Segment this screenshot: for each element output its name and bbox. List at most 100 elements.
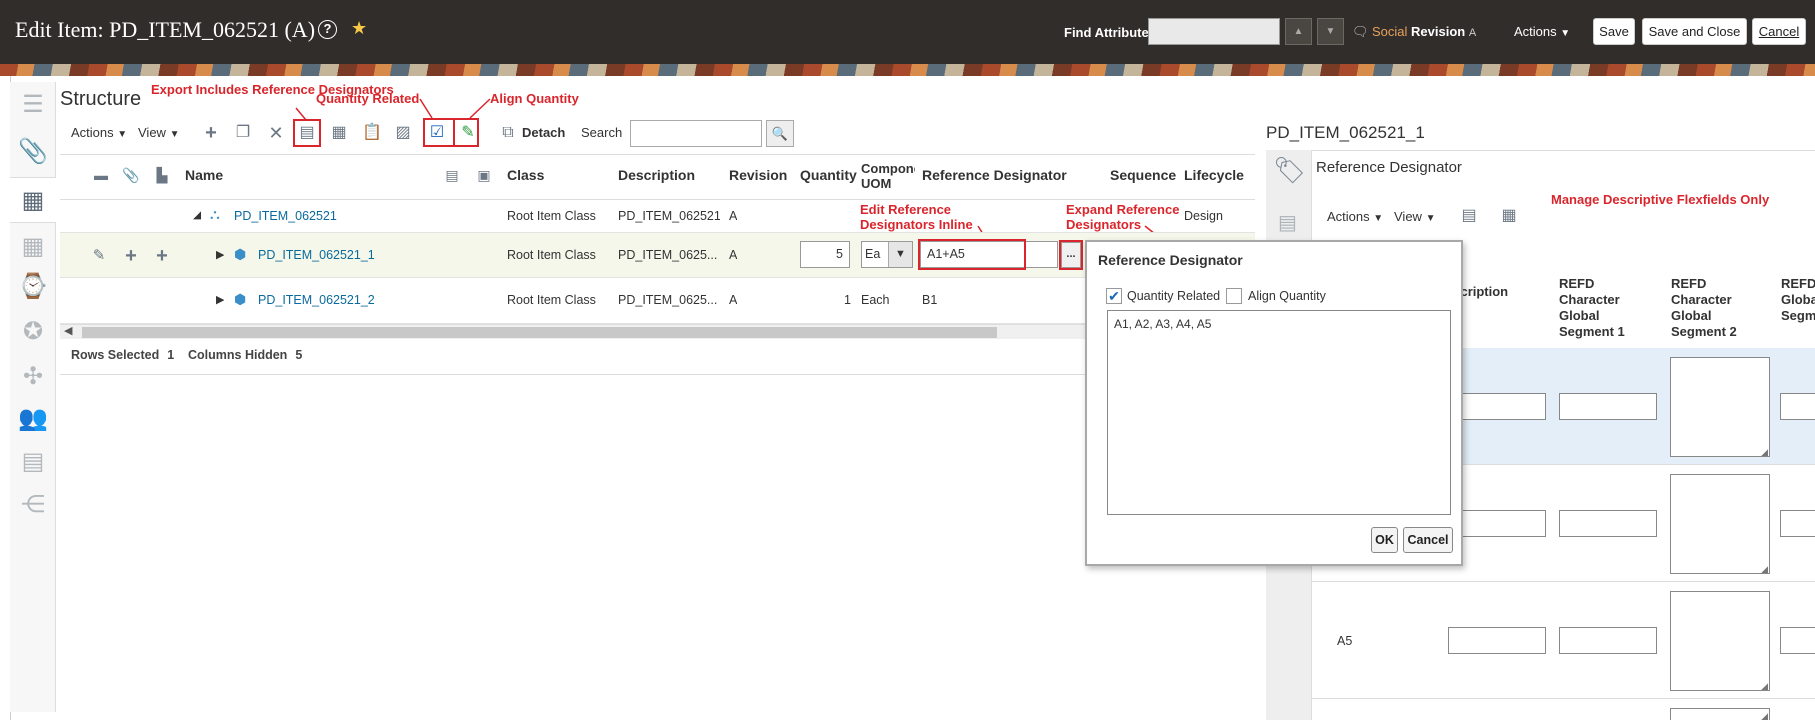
rows-selected-status: Rows Selected 1 <box>71 348 174 362</box>
add-sibling-icon[interactable]: + <box>151 245 173 267</box>
find-attribute-input[interactable] <box>1148 18 1280 45</box>
list-icon[interactable]: ☰ <box>18 90 48 120</box>
duplicate-icon[interactable]: ❐ <box>232 122 254 144</box>
actions-menu[interactable]: Actions ▼ <box>71 125 127 140</box>
popup-cancel-button[interactable]: Cancel <box>1403 527 1453 553</box>
edit-icon[interactable]: ✎ <box>88 245 110 267</box>
structure-icon[interactable]: ▦ <box>10 177 56 223</box>
scrollbar-thumb[interactable] <box>82 327 997 338</box>
reference-designator-textarea[interactable]: A1, A2, A3, A4, A5 <box>1107 310 1451 515</box>
popup-ok-button[interactable]: OK <box>1371 527 1398 553</box>
quantity-input[interactable]: 5 <box>800 241 850 268</box>
find-previous-button[interactable]: ▲ <box>1285 18 1312 45</box>
form-icon[interactable]: ▤ <box>1278 210 1297 235</box>
history-icon[interactable]: ⌚ <box>18 272 48 302</box>
revision-label: Revision <box>1411 24 1466 39</box>
item-revision: A <box>729 248 738 262</box>
column-class[interactable]: Class <box>507 167 544 183</box>
search-icon[interactable]: 🔍 <box>766 120 794 147</box>
refd-value: A5 <box>1337 634 1353 648</box>
insert-row-icon[interactable]: ▦ <box>328 122 350 144</box>
align-quantity-checkbox[interactable] <box>1226 288 1242 304</box>
comment-column-icon: ▬ <box>94 167 108 183</box>
refd-seg2-textarea[interactable] <box>1670 708 1770 720</box>
quantity-related-label: Quantity Related <box>1127 289 1221 303</box>
column-description[interactable]: Description <box>618 167 695 183</box>
column-refd-seg2[interactable]: REFD Character Global Segment 2 <box>1671 276 1751 340</box>
expand-icon[interactable]: ▶ <box>216 293 224 306</box>
expand-icon[interactable]: ▶ <box>216 248 224 261</box>
hierarchy-icon[interactable]: ⋲ <box>18 490 48 520</box>
item-name-link[interactable]: PD_ITEM_062521 <box>234 209 337 223</box>
collapse-icon[interactable]: ◢ <box>193 208 201 221</box>
item-quantity: 1 <box>844 293 851 307</box>
column-revision[interactable]: Revision <box>729 167 787 183</box>
detach-button[interactable]: Detach <box>522 125 565 140</box>
refd-seg2-textarea[interactable] <box>1670 357 1770 458</box>
detail-view-menu[interactable]: View ▼ <box>1394 209 1435 224</box>
export-icon[interactable]: ▤ <box>1458 205 1480 227</box>
save-button[interactable]: Save <box>1593 18 1635 45</box>
cancel-button[interactable]: Cancel <box>1752 18 1806 45</box>
refd-seg1-input[interactable] <box>1559 393 1657 420</box>
page-header: Edit Item: PD_ITEM_062521 (A) ? ★ Find A… <box>0 0 1815 64</box>
column-quantity[interactable]: Quantity <box>800 167 857 183</box>
help-icon[interactable]: ? <box>318 20 337 39</box>
refd-seg2-textarea[interactable] <box>1670 591 1770 692</box>
grid-icon[interactable]: ▦ <box>18 232 48 262</box>
column-refd-seg1[interactable]: REFD Character Global Segment 1 <box>1559 276 1639 340</box>
detail-actions-menu[interactable]: Actions ▼ <box>1327 209 1383 224</box>
refd-seg1-input[interactable] <box>1559 510 1657 537</box>
social-label: Social <box>1372 24 1408 39</box>
people-icon[interactable]: 👥 <box>18 404 48 434</box>
column-lifecycle[interactable]: Lifecycle <box>1184 167 1244 183</box>
scroll-left-icon[interactable]: ◀ <box>64 324 72 337</box>
view-menu[interactable]: View ▼ <box>138 125 179 140</box>
item-revision: A <box>729 293 738 307</box>
search-input[interactable] <box>630 120 762 147</box>
save-and-close-button[interactable]: Save and Close <box>1642 18 1747 45</box>
refd-seg2-textarea[interactable] <box>1670 474 1770 575</box>
revision-suffix: A <box>1468 27 1477 39</box>
header-actions-menu[interactable]: Actions ▼ <box>1514 24 1570 39</box>
approval-icon[interactable]: ✪ <box>18 317 48 347</box>
detach-icon[interactable]: ⧉ <box>497 122 519 144</box>
item-description: PD_ITEM_0625... <box>618 248 718 262</box>
column-component-uom-line2: UOM <box>861 176 892 191</box>
chevron-down-icon[interactable]: ▼ <box>888 242 912 267</box>
uom-select[interactable]: Ea ▼ <box>861 241 913 268</box>
attachment-icon[interactable]: 📎 <box>18 137 48 167</box>
delete-icon[interactable]: ✕ <box>265 122 287 144</box>
refd-description-input[interactable] <box>1448 627 1546 654</box>
horizontal-scrollbar[interactable]: ◀ <box>60 324 1255 339</box>
refd-seg3-input[interactable] <box>1780 510 1815 537</box>
column-component-uom[interactable]: Compone UOM <box>861 161 915 191</box>
column-name[interactable]: Name <box>185 167 223 183</box>
flag-column-icon: ▙ <box>156 167 168 183</box>
quantity-related-checkbox[interactable]: ✔ <box>1106 288 1122 304</box>
item-cube-icon: ⬢ <box>234 291 247 307</box>
network-icon[interactable]: ✣ <box>18 362 48 392</box>
find-next-button[interactable]: ▼ <box>1317 18 1344 45</box>
add-child-icon[interactable]: + <box>120 245 142 267</box>
add-icon[interactable]: + <box>200 122 222 144</box>
paste-icon[interactable]: ▨ <box>392 122 414 144</box>
refd-seg3-input[interactable] <box>1780 627 1815 654</box>
attachment-column-icon: 📎 <box>122 167 140 183</box>
clipboard-icon[interactable]: 📋 <box>361 122 383 144</box>
social-icon: 🗨 <box>1352 24 1369 39</box>
social-revision-link[interactable]: Social Revision A <box>1372 24 1476 39</box>
refd-seg3-input[interactable] <box>1780 393 1815 420</box>
manage-flexfields-icon[interactable]: ▦ <box>1498 205 1520 227</box>
refd-seg1-input[interactable] <box>1559 627 1657 654</box>
column-reference-designator[interactable]: Reference Designator <box>922 167 1067 183</box>
column-sequence[interactable]: Sequence <box>1110 167 1176 183</box>
favorite-star-icon[interactable]: ★ <box>351 18 367 39</box>
item-name-link[interactable]: PD_ITEM_062521_1 <box>258 248 375 262</box>
callout-quantity-related: Quantity Related <box>316 91 420 106</box>
header-actions-label: Actions <box>1514 24 1557 39</box>
column-refd-seg3[interactable]: REFD Globa Segm <box>1781 276 1815 324</box>
refd-inline-highlight <box>918 239 1026 270</box>
item-name-link[interactable]: PD_ITEM_062521_2 <box>258 293 375 307</box>
calculator-icon[interactable]: ▤ <box>18 447 48 477</box>
